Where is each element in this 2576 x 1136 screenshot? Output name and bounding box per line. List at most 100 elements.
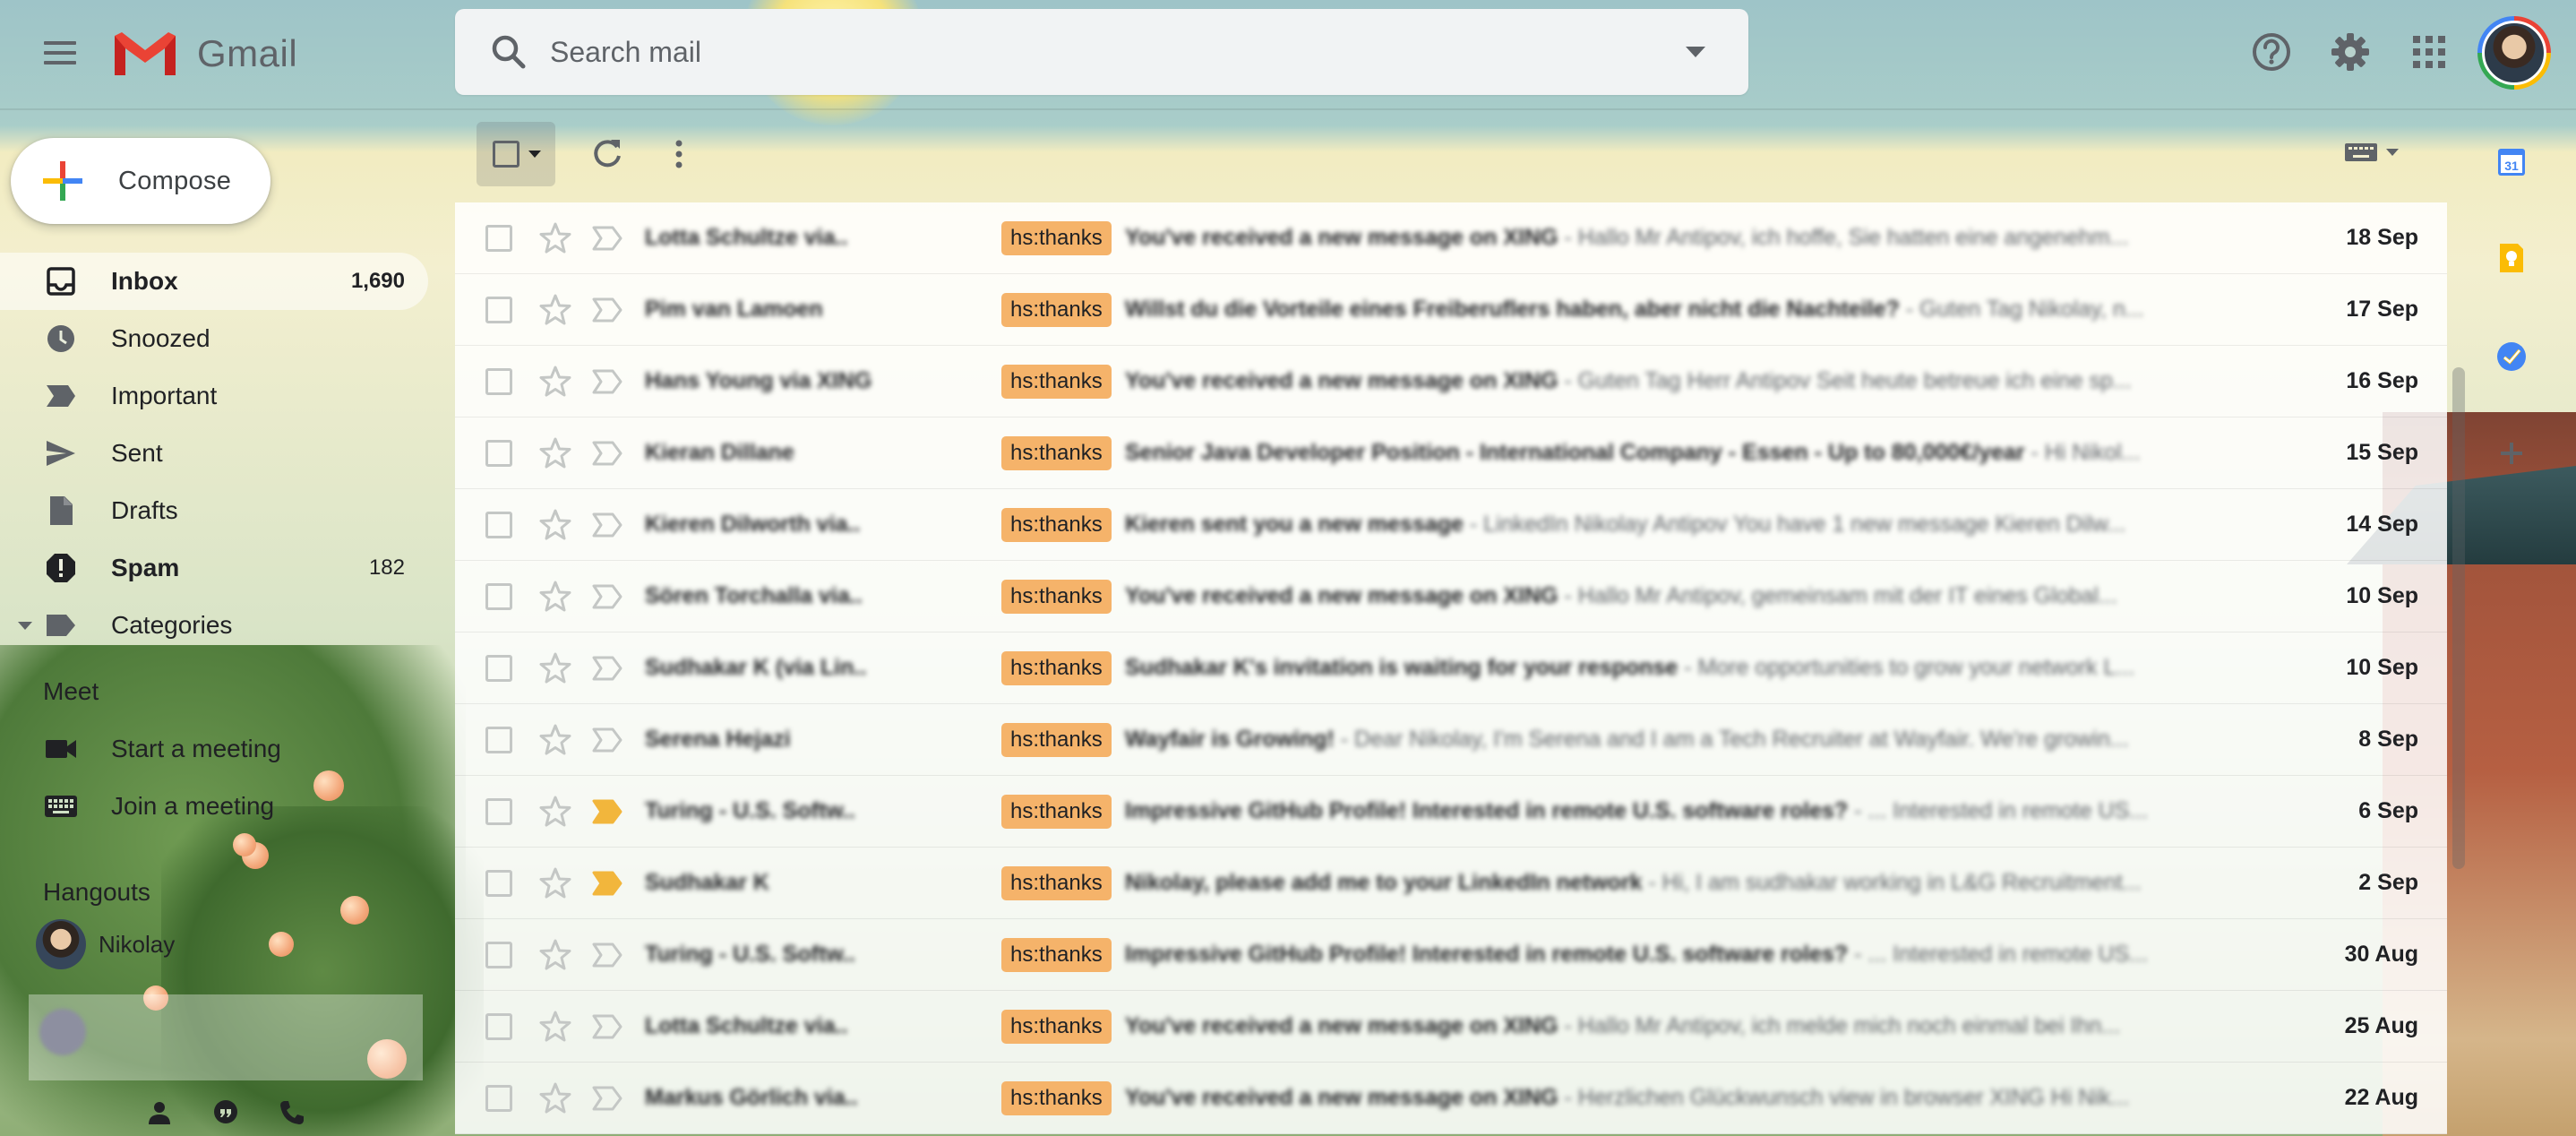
star-icon[interactable] bbox=[537, 1080, 573, 1116]
star-icon[interactable] bbox=[537, 435, 573, 471]
email-row[interactable]: Hans Young via XING hs:thanks You've recei… bbox=[455, 346, 2447, 417]
email-row[interactable]: Serena Hejazi hs:thanks Wayfair is Growing… bbox=[455, 704, 2447, 776]
star-icon[interactable] bbox=[537, 937, 573, 973]
row-checkbox[interactable] bbox=[485, 726, 512, 753]
star-icon[interactable] bbox=[537, 364, 573, 400]
email-label-chip[interactable]: hs:thanks bbox=[1001, 435, 1112, 470]
row-checkbox[interactable] bbox=[485, 797, 512, 825]
row-checkbox[interactable] bbox=[485, 654, 512, 682]
importance-marker-icon[interactable] bbox=[591, 368, 623, 395]
star-icon[interactable] bbox=[537, 794, 573, 830]
email-row[interactable]: Turing - U.S. Softw.. hs:thanks Impressive… bbox=[455, 919, 2447, 991]
sidebar-item-inbox[interactable]: Inbox 1,690 bbox=[0, 253, 428, 310]
email-row[interactable]: Markus Görlich via.. hs:thanks You've rece… bbox=[455, 1063, 2447, 1134]
importance-marker-icon[interactable] bbox=[591, 655, 623, 682]
sidebar-item-snoozed[interactable]: Snoozed bbox=[0, 310, 428, 367]
email-label-chip[interactable]: hs:thanks bbox=[1001, 865, 1112, 900]
gmail-logo[interactable]: Gmail bbox=[111, 25, 297, 82]
star-icon[interactable] bbox=[537, 579, 573, 615]
star-icon[interactable] bbox=[537, 865, 573, 901]
email-label-chip[interactable]: hs:thanks bbox=[1001, 722, 1112, 757]
row-checkbox[interactable] bbox=[485, 296, 512, 323]
importance-marker-icon[interactable] bbox=[591, 727, 623, 753]
email-row[interactable]: Lotta Schultze via.. hs:thanks You've rece… bbox=[455, 991, 2447, 1063]
star-icon[interactable] bbox=[537, 507, 573, 543]
email-label-chip[interactable]: hs:thanks bbox=[1001, 650, 1112, 685]
row-checkbox[interactable] bbox=[485, 869, 512, 897]
conversations-button[interactable] bbox=[208, 1095, 244, 1131]
main-menu-button[interactable] bbox=[34, 27, 86, 79]
support-button[interactable] bbox=[2246, 27, 2297, 77]
star-icon[interactable] bbox=[537, 220, 573, 256]
importance-marker-icon[interactable] bbox=[591, 440, 623, 467]
sidebar-item-spam[interactable]: Spam 182 bbox=[0, 539, 428, 597]
hangouts-user[interactable]: Nikolay bbox=[36, 919, 175, 969]
importance-marker-icon[interactable] bbox=[591, 297, 623, 323]
email-label-chip[interactable]: hs:thanks bbox=[1001, 220, 1112, 255]
select-all-button[interactable] bbox=[477, 122, 555, 186]
phone-button[interactable] bbox=[274, 1095, 310, 1131]
star-icon[interactable] bbox=[537, 650, 573, 686]
email-label-chip[interactable]: hs:thanks bbox=[1001, 364, 1112, 399]
row-checkbox[interactable] bbox=[485, 224, 512, 252]
importance-marker-icon[interactable] bbox=[591, 583, 623, 610]
contact-avatar[interactable] bbox=[39, 1009, 86, 1055]
sidebar-item-categories[interactable]: Categories bbox=[0, 597, 428, 654]
email-row[interactable]: Sören Torchalla via.. hs:thanks You've rec… bbox=[455, 561, 2447, 633]
contacts-button[interactable] bbox=[142, 1095, 177, 1131]
importance-marker-icon[interactable] bbox=[591, 1085, 623, 1112]
search-options-icon[interactable] bbox=[1686, 47, 1705, 57]
star-icon[interactable] bbox=[537, 722, 573, 758]
email-row[interactable]: Pim van Lamoen hs:thanks Willst du die Vor… bbox=[455, 274, 2447, 346]
tasks-button[interactable] bbox=[2494, 339, 2529, 374]
star-icon[interactable] bbox=[537, 292, 573, 328]
email-label-chip[interactable]: hs:thanks bbox=[1001, 937, 1112, 972]
email-label-chip[interactable]: hs:thanks bbox=[1001, 1080, 1112, 1115]
email-row[interactable]: Sudhakar K hs:thanks Nikolay, please add m… bbox=[455, 848, 2447, 919]
row-checkbox[interactable] bbox=[485, 941, 512, 968]
select-dropdown-icon[interactable] bbox=[528, 151, 541, 158]
settings-button[interactable] bbox=[2325, 27, 2375, 77]
email-label-chip[interactable]: hs:thanks bbox=[1001, 794, 1112, 829]
refresh-button[interactable] bbox=[580, 127, 634, 181]
apps-button[interactable] bbox=[2404, 27, 2454, 77]
sidebar-item-drafts[interactable]: Drafts bbox=[0, 482, 428, 539]
importance-marker-icon[interactable] bbox=[591, 798, 623, 825]
importance-marker-icon[interactable] bbox=[591, 1013, 623, 1040]
email-row[interactable]: Kieran Dillane hs:thanks Senior Java Devel… bbox=[455, 417, 2447, 489]
input-tools-caret-icon[interactable] bbox=[2386, 149, 2399, 156]
importance-marker-icon[interactable] bbox=[591, 225, 623, 252]
star-icon[interactable] bbox=[537, 1009, 573, 1045]
sidebar-item-important[interactable]: Important bbox=[0, 367, 428, 425]
row-checkbox[interactable] bbox=[485, 1084, 512, 1112]
row-checkbox[interactable] bbox=[485, 1012, 512, 1040]
input-tools-button[interactable] bbox=[2345, 142, 2399, 163]
importance-marker-icon[interactable] bbox=[591, 870, 623, 897]
keep-button[interactable] bbox=[2494, 240, 2529, 276]
expand-caret-icon[interactable] bbox=[18, 621, 32, 630]
get-addons-button[interactable] bbox=[2494, 435, 2529, 471]
email-row[interactable]: Lotta Schultze via.. hs:thanks You've rece… bbox=[455, 202, 2447, 274]
search-icon[interactable] bbox=[487, 30, 530, 73]
search-input[interactable] bbox=[550, 35, 1625, 69]
sidebar-item-sent[interactable]: Sent bbox=[0, 425, 428, 482]
start-meeting-item[interactable]: Start a meeting bbox=[43, 722, 281, 776]
calendar-button[interactable]: 31 bbox=[2494, 143, 2529, 179]
email-row[interactable]: Sudhakar K (via Lin.. hs:thanks Sudhakar K… bbox=[455, 633, 2447, 704]
row-checkbox[interactable] bbox=[485, 439, 512, 467]
email-label-chip[interactable]: hs:thanks bbox=[1001, 1009, 1112, 1044]
email-label-chip[interactable]: hs:thanks bbox=[1001, 507, 1112, 542]
importance-marker-icon[interactable] bbox=[591, 942, 623, 968]
join-meeting-item[interactable]: Join a meeting bbox=[43, 779, 274, 833]
select-all-checkbox[interactable] bbox=[493, 141, 519, 168]
row-checkbox[interactable] bbox=[485, 511, 512, 538]
email-label-chip[interactable]: hs:thanks bbox=[1001, 579, 1112, 614]
email-label-chip[interactable]: hs:thanks bbox=[1001, 292, 1112, 327]
more-options-button[interactable] bbox=[652, 127, 706, 181]
account-avatar[interactable] bbox=[2477, 16, 2551, 90]
email-row[interactable]: Kieren Dilworth via.. hs:thanks Kieren sen… bbox=[455, 489, 2447, 561]
email-row[interactable]: Turing - U.S. Softw.. hs:thanks Impressive… bbox=[455, 776, 2447, 848]
row-checkbox[interactable] bbox=[485, 582, 512, 610]
compose-button[interactable]: Compose bbox=[11, 138, 270, 224]
row-checkbox[interactable] bbox=[485, 367, 512, 395]
